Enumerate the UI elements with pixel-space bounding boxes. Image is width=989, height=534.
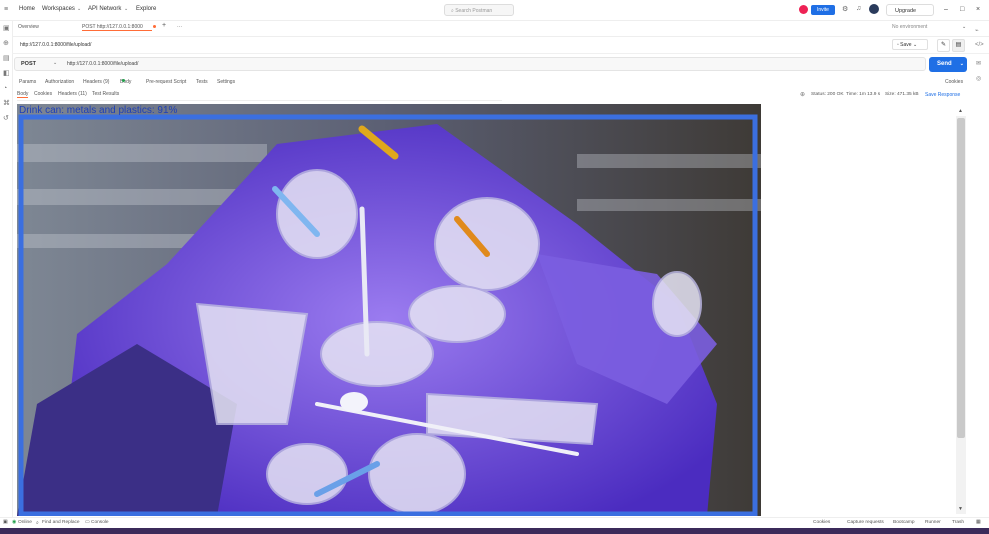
menu-workspaces[interactable]: Workspaces	[42, 6, 75, 12]
invite-button[interactable]: Invite	[811, 5, 835, 15]
chevron-down-icon: ⌄	[124, 6, 129, 12]
status-dot-icon	[122, 79, 125, 82]
tab-headers[interactable]: Headers (9)	[83, 79, 109, 85]
scroll-down-icon[interactable]: ▼	[958, 506, 963, 512]
save-icon: ▫	[897, 42, 899, 48]
url-input[interactable]: http://127.0.0.1:8000/file/upload/	[67, 61, 138, 67]
avatar[interactable]	[799, 5, 808, 14]
maximize-icon[interactable]: □	[960, 6, 964, 13]
save-response-button[interactable]: Save Response	[925, 92, 960, 98]
menu-explore[interactable]: Explore	[136, 6, 156, 12]
chevron-down-icon[interactable]: ⌄	[960, 57, 964, 72]
response-tabs: Body Cookies Headers (11) Test Results	[17, 91, 167, 100]
tab-params[interactable]: Params	[19, 79, 36, 85]
sidebar: ▣ ⊕ ▤ ◧ ◔ ⌘ ↺	[0, 20, 13, 520]
upgrade-button[interactable]: Upgrade	[886, 4, 934, 16]
scroll-up-icon[interactable]: ▲	[958, 108, 963, 114]
tab-request[interactable]: POST http://127.0.0.1:8000	[82, 24, 152, 31]
settings-icon[interactable]: ⚙	[842, 5, 848, 13]
trash-button[interactable]: Trash	[952, 520, 964, 525]
user-avatar[interactable]	[869, 4, 879, 14]
method-select[interactable]: POST	[21, 61, 36, 67]
send-button[interactable]: Send ⌄	[929, 57, 967, 72]
runner-button[interactable]: Runner	[925, 520, 941, 525]
chevron-down-icon: ⌄	[77, 6, 82, 12]
status-text: Status: 200 OK	[811, 92, 844, 97]
online-status[interactable]: Online	[18, 520, 32, 525]
console-icon: ▭	[85, 520, 90, 525]
tab-overview[interactable]: Overview	[18, 24, 39, 30]
detection-label: Drink can: metals and plastics: 91%	[19, 105, 178, 116]
apis-icon[interactable]: ⊕	[3, 40, 10, 47]
unsaved-dot-icon	[153, 25, 156, 28]
menu-home[interactable]: Home	[19, 6, 35, 12]
globe-icon: ⊕	[800, 92, 806, 98]
search-icon: ⌕	[36, 521, 39, 526]
request-url-bar: POST ⌄ http://127.0.0.1:8000/file/upload…	[14, 57, 926, 71]
tab-settings[interactable]: Settings	[217, 79, 235, 85]
menu-icon[interactable]: ≡	[4, 6, 8, 13]
tab-row: Overview POST http://127.0.0.1:8000 + ··…	[12, 20, 989, 37]
related-icon[interactable]: ◎	[976, 75, 981, 82]
comments-icon[interactable]: ✉	[976, 60, 981, 67]
response-image: Drink can: metals and plastics: 91%	[17, 104, 761, 516]
history-icon[interactable]: ↺	[3, 115, 10, 122]
tab-authorization[interactable]: Authorization	[45, 79, 74, 85]
sidebar-toggle-icon[interactable]: ▣	[3, 520, 8, 525]
chevron-down-icon: ⌄	[962, 24, 967, 30]
scrollbar-thumb[interactable]	[957, 118, 965, 438]
docs-icon[interactable]: ▤	[952, 39, 965, 52]
top-bar: ≡ Home Workspaces ⌄ API Network ⌄ Explor…	[0, 0, 989, 21]
add-tab-icon[interactable]: +	[162, 22, 166, 29]
console-button[interactable]: Console	[91, 520, 109, 525]
layout-icon[interactable]: ▦	[976, 520, 981, 525]
bootcamp-button[interactable]: Bootcamp	[893, 520, 915, 525]
request-title-row: http://127.0.0.1:8000/file/upload/ ▫ Sav…	[12, 37, 989, 54]
menu-api-network[interactable]: API Network	[88, 6, 121, 12]
request-title[interactable]: http://127.0.0.1:8000/file/upload/	[20, 42, 91, 48]
tab-tests[interactable]: Tests	[196, 79, 208, 85]
time-text: Time: 1m 13.9 s	[846, 92, 881, 97]
save-button[interactable]: ▫ Save ⌄	[892, 39, 928, 50]
edit-icon[interactable]: ✎	[937, 39, 950, 52]
cookies-link[interactable]: Cookies	[945, 79, 963, 85]
flows-icon[interactable]: ⌘	[3, 100, 10, 107]
online-dot-icon: ◉	[12, 520, 17, 525]
divider	[17, 100, 502, 101]
find-replace-button[interactable]: Find and Replace	[42, 520, 80, 525]
bell-icon[interactable]: ♫	[856, 5, 861, 12]
tab-response-headers[interactable]: Headers (11)	[58, 91, 87, 97]
chevron-down-icon: ⌄	[53, 60, 58, 66]
cookies-button[interactable]: Cookies	[813, 520, 830, 525]
tab-test-results[interactable]: Test Results	[92, 91, 119, 97]
plastic-waste-photo	[17, 104, 761, 516]
close-icon[interactable]: ×	[976, 6, 980, 13]
tab-response-cookies[interactable]: Cookies	[34, 91, 52, 97]
tab-pre-request-script[interactable]: Pre-request Script	[146, 79, 186, 85]
search-input[interactable]: ⌕ Search Postman	[444, 4, 514, 16]
request-tabs: Params Authorization Headers (9) Body Pr…	[19, 79, 236, 85]
minimize-icon[interactable]: –	[944, 6, 948, 13]
info-icon[interactable]: ⌁	[975, 27, 979, 34]
environments-icon[interactable]: ▤	[3, 55, 10, 62]
mock-servers-icon[interactable]: ◧	[3, 70, 10, 77]
tab-response-body[interactable]: Body	[17, 91, 29, 98]
taskbar	[0, 528, 989, 534]
more-tabs-icon[interactable]: ···	[177, 24, 182, 30]
collections-icon[interactable]: ▣	[3, 25, 10, 32]
size-text: Size: 471.35 kB	[885, 92, 919, 97]
monitors-icon[interactable]: ◔	[3, 85, 10, 92]
capture-requests-button[interactable]: Capture requests	[847, 520, 884, 525]
environment-select[interactable]: No environment	[892, 24, 927, 30]
code-icon[interactable]: </>	[975, 42, 984, 48]
